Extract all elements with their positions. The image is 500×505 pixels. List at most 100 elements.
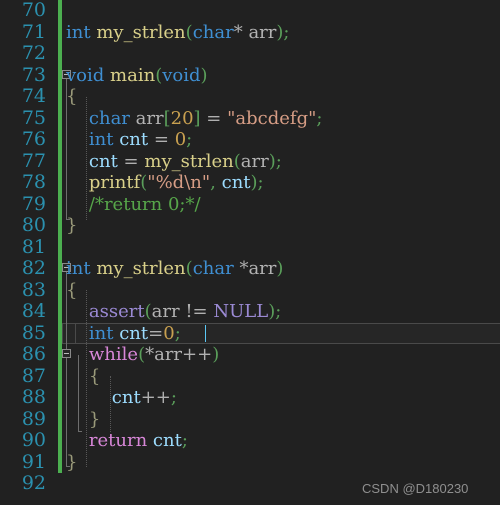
token-punctuation: ); xyxy=(276,21,290,43)
code-line-74[interactable]: { xyxy=(66,86,77,108)
line-number: 81 xyxy=(21,235,46,258)
line-number: 89 xyxy=(21,407,46,430)
line-number: 78 xyxy=(21,171,46,193)
text-caret xyxy=(205,325,206,342)
code-line-79[interactable]: /*return 0;*/ xyxy=(66,194,201,216)
token-variable: cnt xyxy=(88,150,118,172)
token-variable: cnt xyxy=(111,387,141,408)
token-control-keyword: return xyxy=(88,430,148,451)
token-keyword: char xyxy=(192,21,234,43)
code-line-71[interactable]: int my_strlen(char* arr); xyxy=(66,22,289,44)
token-punctuation: ] xyxy=(193,107,201,129)
token-operator: != xyxy=(185,301,208,322)
token-number: 0 xyxy=(174,129,187,150)
token-keyword: int xyxy=(66,21,91,43)
token-brace: { xyxy=(66,279,78,301)
code-line-88[interactable]: cnt++; xyxy=(66,387,177,409)
line-number: 82 xyxy=(21,257,46,279)
token-identifier: arr xyxy=(248,258,277,279)
token-operator: = xyxy=(206,107,222,129)
token-punctuation: ( xyxy=(144,301,152,322)
line-number: 84 xyxy=(21,300,46,322)
watermark-text: CSDN @D180230 xyxy=(362,481,469,496)
token-punctuation: [ xyxy=(163,107,171,129)
token-brace: } xyxy=(66,451,78,473)
token-function: printf xyxy=(88,172,141,193)
line-number: 75 xyxy=(21,106,46,129)
code-line-86[interactable]: while(*arr++) xyxy=(66,344,219,366)
token-operator: = xyxy=(123,150,139,172)
code-editor[interactable]: 70 71 72 73 74 75 76 77 78 79 80 81 82 8… xyxy=(0,0,500,505)
token-operator: * xyxy=(145,344,155,365)
token-macro: NULL xyxy=(213,301,269,322)
token-keyword: char xyxy=(88,107,130,129)
token-punctuation: ( xyxy=(185,258,193,279)
code-line-87[interactable]: { xyxy=(66,366,100,388)
token-punctuation: ( xyxy=(185,21,193,43)
line-number: 88 xyxy=(21,386,46,408)
token-identifier: arr xyxy=(154,344,183,365)
code-line-76[interactable]: int cnt = 0; xyxy=(66,129,192,151)
token-function: my_strlen xyxy=(144,150,234,172)
token-comment: /*return 0;*/ xyxy=(88,193,201,215)
token-operator: = xyxy=(153,129,169,150)
token-punctuation: ) xyxy=(200,64,208,86)
token-punctuation: ; xyxy=(181,430,188,451)
token-string: "abcdefg" xyxy=(227,107,317,129)
token-identifier: arr xyxy=(240,150,269,172)
token-brace: { xyxy=(88,365,101,387)
code-line-82[interactable]: int my_strlen(char *arr) xyxy=(66,258,283,280)
code-line-84[interactable]: assert(arr != NULL); xyxy=(66,301,281,323)
code-line-91[interactable]: } xyxy=(66,452,77,474)
code-line-85[interactable]: int cnt=0; xyxy=(66,323,181,345)
line-number: 74 xyxy=(21,85,46,107)
code-line-75[interactable]: char arr[20] = "abcdefg"; xyxy=(66,107,323,130)
line-number-gutter: 70 71 72 73 74 75 76 77 78 79 80 81 82 8… xyxy=(0,0,58,505)
code-line-83[interactable]: { xyxy=(66,280,77,302)
code-line-73[interactable]: void main(void) xyxy=(66,65,208,87)
token-keyword: char xyxy=(192,258,234,279)
token-punctuation: ); xyxy=(268,150,282,172)
code-line-89[interactable]: } xyxy=(66,409,100,431)
line-number: 83 xyxy=(21,278,46,301)
line-number: 91 xyxy=(21,450,46,473)
token-punctuation: ; xyxy=(316,107,323,129)
line-number: 92 xyxy=(21,472,46,494)
token-brace: } xyxy=(66,215,78,236)
token-operator: * xyxy=(233,21,243,43)
token-function: my_strlen xyxy=(96,21,186,43)
token-number: 0 xyxy=(163,322,175,344)
line-number: 72 xyxy=(21,42,46,64)
token-keyword: int xyxy=(88,129,114,150)
line-number: 90 xyxy=(21,429,46,451)
token-identifier: arr xyxy=(135,107,164,129)
token-variable: cnt xyxy=(119,129,149,150)
token-brace: } xyxy=(88,408,101,430)
line-number: 77 xyxy=(21,149,46,172)
code-line-90[interactable]: return cnt; xyxy=(66,430,188,452)
code-line-80[interactable]: } xyxy=(66,215,77,237)
token-variable: cnt xyxy=(119,322,149,344)
token-keyword: void xyxy=(66,64,105,86)
line-number: 85 xyxy=(21,321,46,344)
token-keyword: int xyxy=(66,258,91,279)
line-number: 73 xyxy=(21,63,46,86)
code-line-78[interactable]: printf("%d\n", cnt); xyxy=(66,172,264,194)
line-number: 87 xyxy=(21,364,46,387)
line-number: 71 xyxy=(21,20,46,43)
token-control-keyword: while xyxy=(88,344,139,365)
line-number: 76 xyxy=(21,128,46,150)
code-line-77[interactable]: cnt = my_strlen(arr); xyxy=(66,151,282,173)
line-number: 86 xyxy=(21,343,46,365)
token-punctuation: ; xyxy=(174,322,181,344)
token-punctuation: ; xyxy=(186,129,193,150)
token-operator: ++ xyxy=(140,387,171,408)
token-punctuation: ( xyxy=(233,150,241,172)
token-punctuation: ); xyxy=(250,172,264,193)
token-punctuation: ; xyxy=(170,387,177,408)
token-keyword: void xyxy=(162,64,201,86)
token-punctuation: ) xyxy=(276,258,284,279)
token-brace: { xyxy=(66,86,78,107)
token-operator: = xyxy=(148,322,164,344)
token-punctuation: , xyxy=(210,172,216,193)
